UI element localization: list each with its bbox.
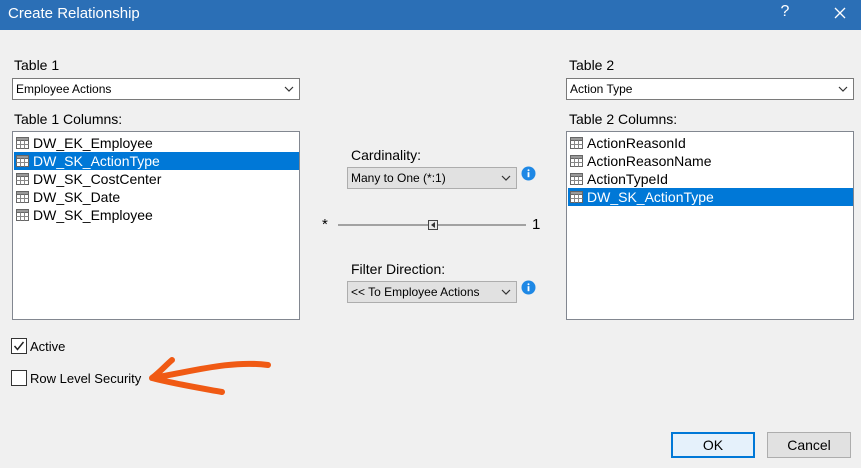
column-name: ActionReasonName: [587, 153, 712, 169]
table1-columns-list[interactable]: DW_EK_Employee DW_SK_ActionType DW_SK_Cost…: [12, 131, 300, 320]
chevron-down-icon: [501, 175, 511, 181]
table-column-icon: [570, 155, 583, 167]
chevron-down-icon: [284, 86, 294, 92]
table1-dropdown-value: Employee Actions: [16, 82, 112, 96]
slider-handle[interactable]: [428, 220, 438, 230]
cardinality-dropdown-value: Many to One (*:1): [351, 171, 446, 185]
list-item[interactable]: DW_SK_Date: [14, 188, 299, 206]
many-symbol: *: [322, 216, 328, 233]
checkmark-icon: [13, 341, 25, 351]
column-name: ActionTypeId: [587, 171, 668, 187]
table2-columns-list[interactable]: ActionReasonId ActionReasonName ActionType…: [566, 131, 854, 320]
table1-label: Table 1: [14, 57, 60, 73]
table-column-icon: [16, 209, 29, 221]
table2-columns-label: Table 2 Columns:: [569, 111, 678, 127]
list-item[interactable]: ActionReasonId: [568, 134, 853, 152]
column-name: DW_SK_ActionType: [33, 153, 160, 169]
help-icon[interactable]: ?: [778, 3, 792, 21]
one-symbol: 1: [532, 216, 541, 233]
table-column-icon: [570, 173, 583, 185]
active-checkbox[interactable]: [11, 338, 27, 354]
table-column-icon: [16, 191, 29, 203]
table2-label: Table 2: [569, 57, 615, 73]
filter-direction-dropdown[interactable]: << To Employee Actions: [347, 281, 517, 303]
table-column-icon: [570, 137, 583, 149]
column-name: DW_SK_Date: [33, 189, 121, 205]
chevron-down-icon: [501, 289, 511, 295]
cardinality-dropdown[interactable]: Many to One (*:1): [347, 167, 517, 189]
column-name: DW_SK_CostCenter: [33, 171, 162, 187]
filter-direction-label: Filter Direction:: [351, 261, 446, 277]
list-item[interactable]: DW_EK_Employee: [14, 134, 299, 152]
table-column-icon: [16, 173, 29, 185]
row-level-security-label: Row Level Security: [30, 371, 142, 386]
table-column-icon: [16, 137, 29, 149]
table1-columns-label: Table 1 Columns:: [14, 111, 123, 127]
column-name: ActionReasonId: [587, 135, 686, 151]
list-item[interactable]: DW_SK_CostCenter: [14, 170, 299, 188]
column-name: DW_EK_Employee: [33, 135, 153, 151]
list-item[interactable]: DW_SK_Employee: [14, 206, 299, 224]
chevron-down-icon: [838, 86, 848, 92]
list-item[interactable]: DW_SK_ActionType: [568, 188, 853, 206]
close-icon[interactable]: [826, 3, 854, 25]
table2-dropdown[interactable]: Action Type: [566, 78, 854, 100]
row-level-security-checkbox[interactable]: [11, 370, 27, 386]
cardinality-label: Cardinality:: [351, 147, 422, 163]
list-item[interactable]: DW_SK_ActionType: [14, 152, 299, 170]
table-column-icon: [16, 155, 29, 167]
table2-dropdown-value: Action Type: [570, 82, 633, 96]
list-item[interactable]: ActionReasonName: [568, 152, 853, 170]
table-column-icon: [570, 191, 583, 203]
column-name: DW_SK_Employee: [33, 207, 153, 223]
column-name: DW_SK_ActionType: [587, 189, 714, 205]
cancel-button[interactable]: Cancel: [767, 432, 851, 458]
title-bar: Create Relationship ?: [0, 0, 861, 30]
info-icon[interactable]: [521, 166, 536, 181]
cardinality-indicator: * 1: [322, 213, 542, 237]
ok-button[interactable]: OK: [671, 432, 755, 458]
filter-direction-dropdown-value: << To Employee Actions: [351, 285, 480, 299]
window-title: Create Relationship: [8, 5, 140, 22]
info-icon[interactable]: [521, 280, 536, 295]
list-item[interactable]: ActionTypeId: [568, 170, 853, 188]
table1-dropdown[interactable]: Employee Actions: [12, 78, 300, 100]
active-label: Active: [30, 339, 66, 354]
